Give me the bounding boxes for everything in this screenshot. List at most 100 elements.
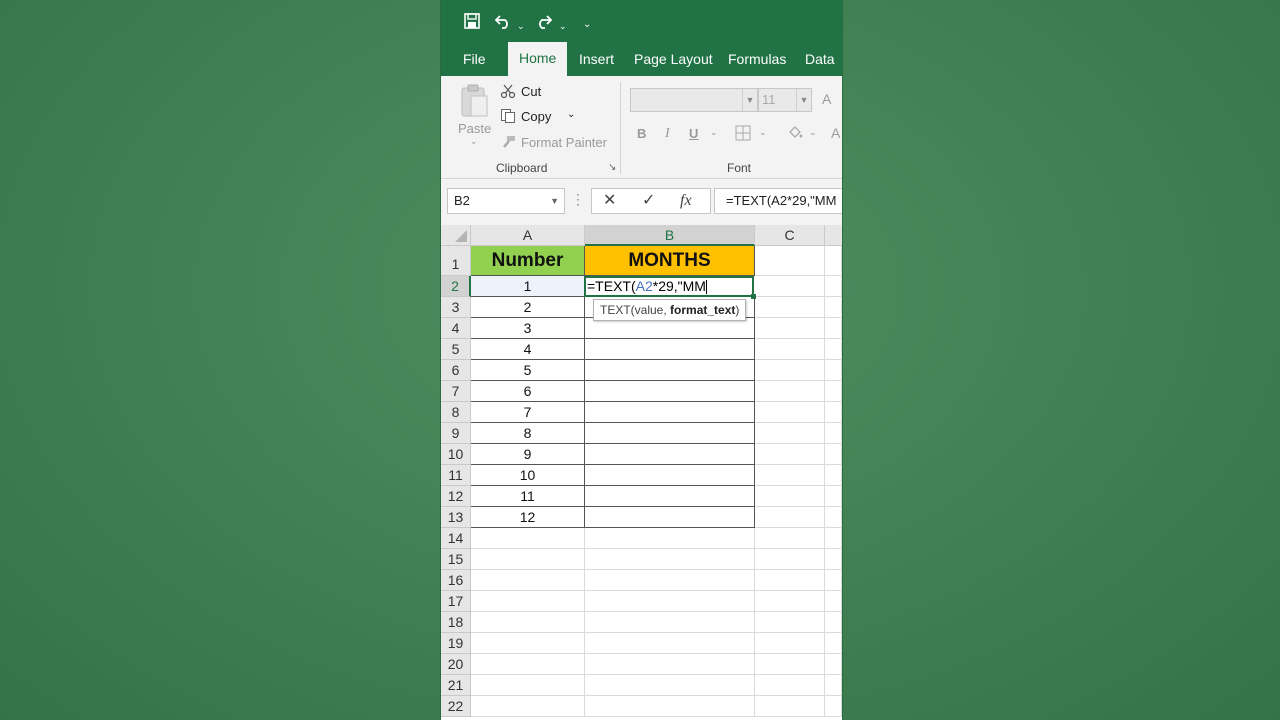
cell-b8[interactable] bbox=[585, 402, 755, 423]
row-header-4[interactable]: 4 bbox=[441, 318, 471, 339]
cell-d17[interactable] bbox=[825, 591, 842, 612]
cell-c1[interactable] bbox=[755, 246, 825, 276]
save-icon[interactable] bbox=[463, 12, 481, 36]
row-header-19[interactable]: 19 bbox=[441, 633, 471, 654]
underline-button[interactable]: U bbox=[689, 126, 698, 141]
fill-handle[interactable] bbox=[751, 294, 756, 299]
cell-a3[interactable]: 2 bbox=[471, 297, 585, 318]
row-header-7[interactable]: 7 bbox=[441, 381, 471, 402]
cell-b6[interactable] bbox=[585, 360, 755, 381]
tooltip-current-argument[interactable]: format_text bbox=[670, 303, 735, 317]
cell-c9[interactable] bbox=[755, 423, 825, 444]
row-header-13[interactable]: 13 bbox=[441, 507, 471, 528]
cell-b4[interactable] bbox=[585, 318, 755, 339]
row-header-6[interactable]: 6 bbox=[441, 360, 471, 381]
cell-d11[interactable] bbox=[825, 465, 842, 486]
row-header-10[interactable]: 10 bbox=[441, 444, 471, 465]
row-header-11[interactable]: 11 bbox=[441, 465, 471, 486]
column-header-a[interactable]: A bbox=[471, 225, 585, 246]
cell-d6[interactable] bbox=[825, 360, 842, 381]
cancel-entry-button[interactable]: ✕ bbox=[603, 189, 616, 213]
fill-color-dropdown-icon[interactable]: ⌄ bbox=[809, 127, 817, 138]
cell-b12[interactable] bbox=[585, 486, 755, 507]
row-header-15[interactable]: 15 bbox=[441, 549, 471, 570]
row-header-14[interactable]: 14 bbox=[441, 528, 471, 549]
cell-c22[interactable] bbox=[755, 696, 825, 717]
undo-icon[interactable] bbox=[494, 12, 512, 36]
cell-b20[interactable] bbox=[585, 654, 755, 675]
name-box[interactable]: B2 ▼ bbox=[447, 188, 565, 214]
cell-b13[interactable] bbox=[585, 507, 755, 528]
cell-a2[interactable]: 1 bbox=[471, 276, 585, 297]
row-header-22[interactable]: 22 bbox=[441, 696, 471, 717]
cell-a17[interactable] bbox=[471, 591, 585, 612]
cell-a8[interactable]: 7 bbox=[471, 402, 585, 423]
cell-c4[interactable] bbox=[755, 318, 825, 339]
cell-d9[interactable] bbox=[825, 423, 842, 444]
cell-a20[interactable] bbox=[471, 654, 585, 675]
cell-b21[interactable] bbox=[585, 675, 755, 696]
cell-b15[interactable] bbox=[585, 549, 755, 570]
cell-a22[interactable] bbox=[471, 696, 585, 717]
format-painter-button[interactable]: Format Painter bbox=[521, 135, 607, 150]
cell-a11[interactable]: 10 bbox=[471, 465, 585, 486]
column-header-b[interactable]: B bbox=[585, 225, 755, 246]
row-header-17[interactable]: 17 bbox=[441, 591, 471, 612]
cell-c2[interactable] bbox=[755, 276, 825, 297]
font-color-button[interactable]: A bbox=[831, 125, 840, 141]
customize-quick-access-icon[interactable]: ⌄ bbox=[583, 15, 591, 35]
row-header-16[interactable]: 16 bbox=[441, 570, 471, 591]
cell-b5[interactable] bbox=[585, 339, 755, 360]
cell-b16[interactable] bbox=[585, 570, 755, 591]
tab-formulas[interactable]: Formulas bbox=[728, 44, 786, 76]
paste-dropdown-icon[interactable]: ⌄ bbox=[470, 136, 478, 147]
cell-a12[interactable]: 11 bbox=[471, 486, 585, 507]
cell-a13[interactable]: 12 bbox=[471, 507, 585, 528]
cell-d15[interactable] bbox=[825, 549, 842, 570]
column-header-c[interactable]: C bbox=[755, 225, 825, 246]
row-header-3[interactable]: 3 bbox=[441, 297, 471, 318]
increase-font-size-button[interactable]: A bbox=[822, 91, 831, 107]
cell-c10[interactable] bbox=[755, 444, 825, 465]
row-header-9[interactable]: 9 bbox=[441, 423, 471, 444]
cell-a18[interactable] bbox=[471, 612, 585, 633]
font-name-combobox[interactable]: ▼ bbox=[630, 88, 758, 112]
row-header-5[interactable]: 5 bbox=[441, 339, 471, 360]
cell-b10[interactable] bbox=[585, 444, 755, 465]
undo-dropdown-icon[interactable]: ⌄ bbox=[517, 16, 525, 36]
cell-b22[interactable] bbox=[585, 696, 755, 717]
cell-b11[interactable] bbox=[585, 465, 755, 486]
cell-a6[interactable]: 5 bbox=[471, 360, 585, 381]
paste-icon[interactable] bbox=[459, 84, 489, 123]
row-header-18[interactable]: 18 bbox=[441, 612, 471, 633]
cell-c21[interactable] bbox=[755, 675, 825, 696]
cell-b1[interactable]: MONTHS bbox=[585, 246, 755, 276]
copy-dropdown-icon[interactable]: ⌄ bbox=[567, 109, 575, 120]
cell-d22[interactable] bbox=[825, 696, 842, 717]
cell-d12[interactable] bbox=[825, 486, 842, 507]
formula-input[interactable]: =TEXT(A2*29,"MM bbox=[714, 188, 842, 214]
row-header-20[interactable]: 20 bbox=[441, 654, 471, 675]
underline-dropdown-icon[interactable]: ⌄ bbox=[710, 127, 718, 138]
paste-button[interactable]: Paste bbox=[458, 121, 491, 136]
cell-c12[interactable] bbox=[755, 486, 825, 507]
cell-c15[interactable] bbox=[755, 549, 825, 570]
cell-a10[interactable]: 9 bbox=[471, 444, 585, 465]
cell-d16[interactable] bbox=[825, 570, 842, 591]
select-all-corner[interactable] bbox=[441, 225, 471, 246]
tab-data[interactable]: Data bbox=[805, 44, 835, 76]
cell-a16[interactable] bbox=[471, 570, 585, 591]
confirm-entry-button[interactable]: ✓ bbox=[642, 189, 655, 213]
cell-d21[interactable] bbox=[825, 675, 842, 696]
cell-d2[interactable] bbox=[825, 276, 842, 297]
cell-d8[interactable] bbox=[825, 402, 842, 423]
cell-d13[interactable] bbox=[825, 507, 842, 528]
clipboard-dialog-launcher-icon[interactable]: ↘ bbox=[608, 162, 616, 173]
cell-d10[interactable] bbox=[825, 444, 842, 465]
row-header-2[interactable]: 2 bbox=[441, 276, 471, 297]
row-header-12[interactable]: 12 bbox=[441, 486, 471, 507]
cell-d5[interactable] bbox=[825, 339, 842, 360]
cell-c13[interactable] bbox=[755, 507, 825, 528]
cell-b19[interactable] bbox=[585, 633, 755, 654]
italic-button[interactable]: I bbox=[665, 126, 670, 142]
